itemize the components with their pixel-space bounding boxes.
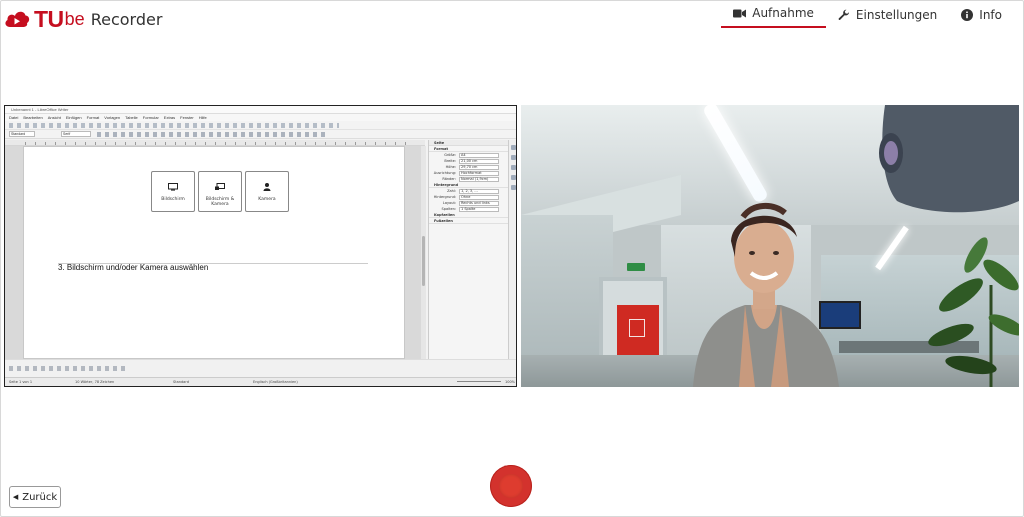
menu-item: Einfügen	[65, 115, 82, 120]
sidebar-row-label: Ränder:	[442, 177, 456, 181]
sidebar-row: Ränder: Normal (1,9cm)	[429, 176, 508, 182]
info-icon	[961, 9, 974, 21]
status-zoom: 100%	[505, 380, 516, 384]
back-button[interactable]: ◀ Zurück	[9, 486, 61, 508]
sidebar-row-field: 1 Spalte	[459, 207, 499, 212]
wrench-icon	[838, 9, 850, 21]
page-button-screen-label: Bildschirm	[161, 197, 185, 202]
sidebar-row: Spalten: 1 Spalte	[429, 206, 508, 212]
person-webcam-image	[693, 203, 839, 387]
record-button[interactable]	[490, 465, 532, 507]
menu-item: Vorlagen	[104, 115, 121, 120]
writer-standard-toolbar	[5, 121, 516, 130]
paragraph-style-box: Standard	[9, 131, 35, 137]
exit-sign	[627, 263, 645, 271]
person-icon	[263, 183, 271, 191]
status-page: Seite 1 von 1	[9, 380, 33, 384]
main-nav: Aufnahme Einstellungen Info	[721, 0, 1014, 30]
deck-icon	[511, 165, 516, 170]
nav-einstellungen-label: Einstellungen	[855, 8, 938, 22]
page-button-screen: Bildschirm	[151, 171, 195, 212]
menu-item: Datei	[9, 115, 19, 120]
status-words: 10 Wörter, 78 Zeichen	[75, 380, 115, 384]
writer-menubar: Datei Bearbeiten Ansicht Einfügen Format…	[5, 114, 516, 121]
writer-sidebar: Seite Format Größe: A4 Breite: 21,00 cm Hö…	[428, 140, 508, 359]
menu-item: Tabelle	[125, 115, 138, 120]
deck-icon	[511, 185, 516, 190]
camera-preview	[521, 105, 1019, 387]
video-camera-icon	[733, 9, 747, 18]
writer-document-area: Bildschirm Bildschirm & Kamera Kamera 3.…	[5, 146, 425, 359]
nav-einstellungen[interactable]: Einstellungen	[826, 0, 949, 30]
scrollbar-thumb	[422, 236, 425, 286]
writer-titlebar: Unbenannt 1 - LibreOffice Writer	[5, 106, 516, 114]
status-style: Standard	[173, 380, 189, 384]
page-button-screen-camera: Bildschirm & Kamera	[198, 171, 242, 212]
status-language: Englisch (Großbritannien)	[253, 380, 298, 384]
menu-item: Formular	[142, 115, 159, 120]
plant-icon	[928, 237, 1019, 387]
writer-page: Bildschirm Bildschirm & Kamera Kamera 3.…	[23, 146, 405, 359]
logo-recorder: Recorder	[90, 9, 163, 29]
menu-item: Bearbeiten	[23, 115, 43, 120]
back-button-label: Zurück	[22, 491, 58, 503]
page-instruction-text: 3. Bildschirm und/oder Kamera auswählen	[58, 263, 209, 272]
toolbar-icons	[9, 366, 129, 371]
page-button-camera-label: Kamera	[258, 197, 276, 202]
menu-item: Format	[86, 115, 100, 120]
page-button-screen-camera-label: Bildschirm & Kamera	[205, 197, 235, 207]
record-icon	[499, 474, 523, 498]
font-name-box: Serif	[61, 131, 91, 137]
nav-aufnahme-label: Aufnahme	[752, 6, 814, 20]
menu-item: Fenster	[180, 115, 194, 120]
sidebar-row-field: Normal (1,9cm)	[459, 177, 499, 182]
nav-info-label: Info	[979, 8, 1002, 22]
monitor-camera-icon	[215, 183, 225, 190]
sidebar-section-footer: Fußzeilen	[429, 218, 508, 224]
ruler-marks	[25, 142, 411, 145]
menu-item: Hilfe	[198, 115, 207, 120]
toolbar-icons	[9, 123, 339, 128]
deck-icon	[511, 175, 516, 180]
menu-item: Extras	[163, 115, 176, 120]
nav-info[interactable]: Info	[949, 0, 1014, 30]
header: TU be Recorder Aufnahme Einstellungen In…	[0, 0, 1024, 40]
menu-item: Ansicht	[47, 115, 61, 120]
writer-drawing-toolbar	[5, 359, 516, 377]
cloud-logo-icon	[5, 11, 30, 27]
writer-scrollbar	[421, 146, 426, 359]
sidebar-row-label: Spalten:	[441, 207, 456, 211]
deck-icon	[511, 155, 516, 160]
logo: TU be Recorder	[4, 5, 162, 33]
page-button-camera: Kamera	[245, 171, 289, 212]
writer-format-toolbar: Standard Serif	[5, 130, 516, 139]
screen-preview: Unbenannt 1 - LibreOffice Writer Datei B…	[4, 105, 517, 387]
writer-statusbar: Seite 1 von 1 10 Wörter, 78 Zeichen Stan…	[5, 377, 516, 386]
deck-icon	[511, 145, 516, 150]
status-zoom-slider	[457, 381, 501, 382]
monitor-icon	[168, 183, 178, 191]
chevron-left-icon: ◀	[12, 493, 19, 501]
sidebar-deck	[508, 140, 516, 359]
door-sign	[629, 319, 645, 337]
logo-be: be	[64, 8, 85, 29]
nav-aufnahme[interactable]: Aufnahme	[721, 0, 826, 28]
logo-tu: TU	[34, 5, 64, 32]
toolbar-icons	[97, 132, 327, 137]
